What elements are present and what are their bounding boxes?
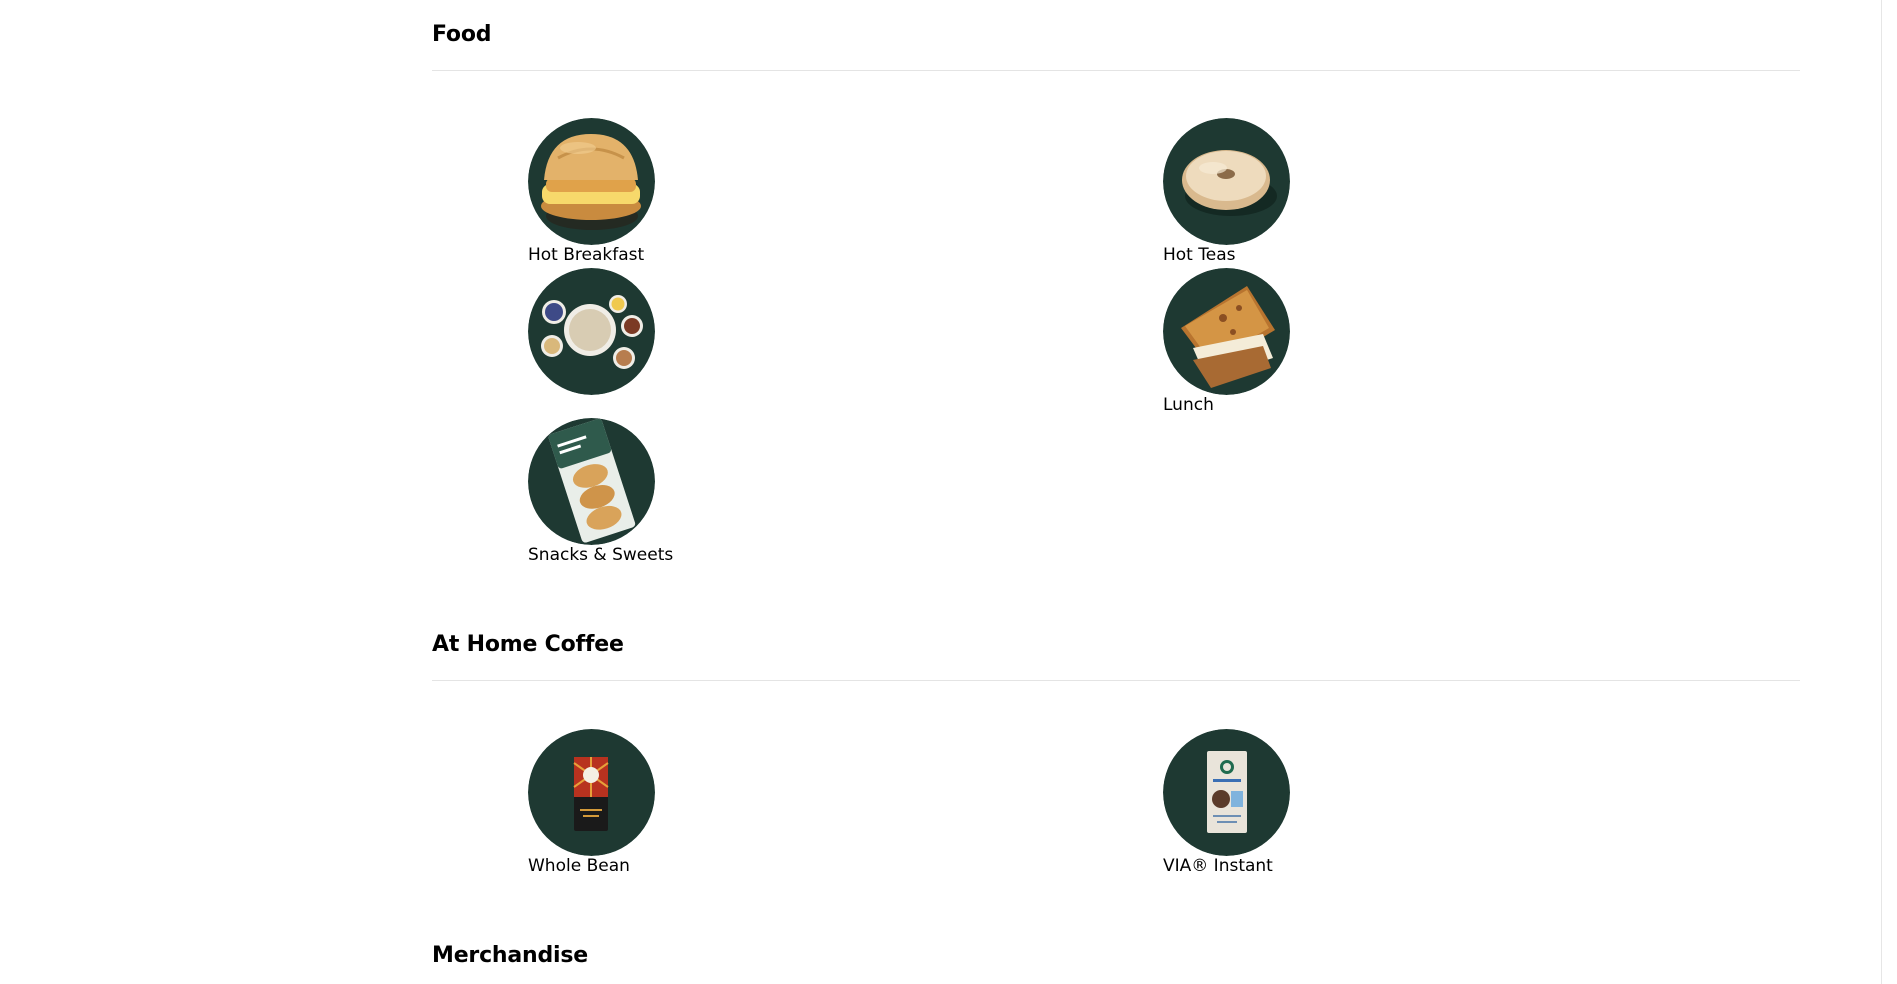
category-whole-bean[interactable]: Whole Bean (528, 729, 828, 879)
bagel-icon (1163, 118, 1290, 245)
category-lunch[interactable]: Lunch (1163, 268, 1463, 418)
breakfast-sandwich-icon (528, 118, 655, 245)
category-oatmeal[interactable] (528, 268, 828, 418)
category-label: Lunch (1163, 395, 1214, 415)
category-label: Snacks & Sweets (528, 545, 674, 565)
scrollbar-track (1881, 0, 1882, 984)
section-divider (432, 680, 1800, 681)
section-title-food: Food (432, 22, 492, 47)
section-divider (432, 70, 1800, 71)
coffee-bag-icon (528, 729, 655, 856)
category-label: Whole Bean (528, 856, 630, 876)
grilled-sandwich-icon (1163, 268, 1290, 395)
category-label: Hot Teas (1163, 245, 1236, 265)
category-label: Hot Breakfast (528, 245, 645, 265)
oatmeal-bowls-icon (528, 268, 655, 395)
menu-page: Food Hot Breakfast Hot Teas Lunch Snacks… (0, 0, 1897, 984)
vertical-scrollbar[interactable] (1881, 0, 1897, 984)
category-label: VIA® Instant (1163, 856, 1273, 876)
category-via-instant[interactable]: VIA® Instant (1163, 729, 1463, 879)
category-hot-breakfast[interactable]: Hot Breakfast (528, 118, 828, 268)
category-snacks-sweets[interactable]: Snacks & Sweets (528, 418, 828, 568)
category-hot-teas[interactable]: Hot Teas (1163, 118, 1463, 268)
section-title-at-home-coffee: At Home Coffee (432, 632, 624, 657)
section-title-merchandise: Merchandise (432, 943, 588, 968)
via-instant-box-icon (1163, 729, 1290, 856)
madeleines-pack-icon (528, 418, 655, 545)
